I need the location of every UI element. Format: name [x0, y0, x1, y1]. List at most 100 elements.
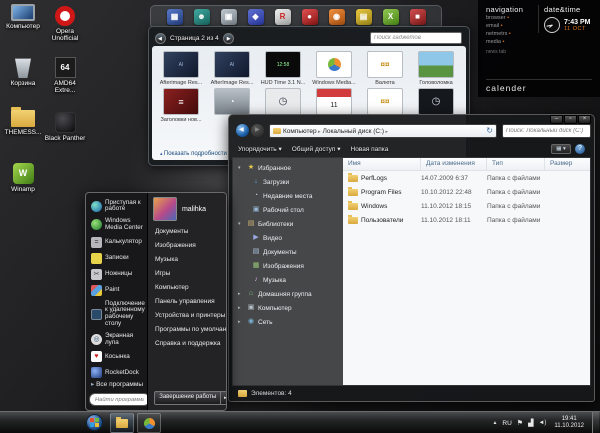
gadget-search-input[interactable] [370, 32, 462, 44]
column-date[interactable]: Дата изменения [421, 158, 487, 170]
nav-favorites[interactable]: ★ Избранное [233, 161, 343, 175]
desktop-icon-winamp[interactable]: Winamp [2, 163, 44, 193]
nav-homegroup[interactable]: ⌂ Домашняя группа [233, 287, 343, 301]
dock-pictures-icon[interactable]: ▣ [221, 9, 237, 25]
close-button[interactable] [578, 115, 591, 124]
help-button[interactable] [575, 144, 585, 154]
menu-item-calculator[interactable]: Калькулятор [89, 234, 147, 250]
netmetrs-link[interactable]: netmetrs [486, 30, 536, 38]
gadget-hud-time[interactable]: HUD Time 3.1 N... [260, 51, 306, 86]
menu-item-games[interactable]: Игры [153, 267, 227, 281]
nav-recent-places[interactable]: ◔ Недавние места [233, 189, 343, 203]
news-tab-link[interactable]: news tab [486, 49, 536, 55]
gadget-windows-media[interactable]: Windows Media... [311, 51, 357, 86]
dock-app-x-icon[interactable]: X [383, 9, 399, 25]
dock-app-red-icon[interactable]: ■ [410, 9, 426, 25]
dock-app-r-icon[interactable]: R [275, 9, 291, 25]
forward-button[interactable] [251, 124, 264, 137]
menu-item-magnifier[interactable]: Экранная лупа [89, 330, 147, 349]
column-name[interactable]: Имя [343, 158, 421, 170]
menu-item-media-center[interactable]: Windows Media Center [89, 216, 147, 235]
maximize-button[interactable] [564, 115, 577, 124]
expander-icon[interactable] [238, 221, 244, 227]
menu-item-rocketdock[interactable]: RocketDock [89, 365, 147, 381]
menu-item-computer[interactable]: Компьютер [153, 281, 227, 295]
desktop-icon-amd64[interactable]: AMD64 Extre... [44, 57, 86, 94]
menu-item-snipping-tool[interactable]: Ножницы [89, 266, 147, 282]
menu-item-getting-started[interactable]: Приступая к работе [89, 197, 147, 216]
nav-documents[interactable]: ▤ Документы [233, 245, 343, 259]
back-button[interactable] [236, 124, 249, 137]
desktop-icon-themes[interactable]: THEMESS... [2, 110, 44, 136]
dock-contacts-icon[interactable]: ☻ [194, 9, 210, 25]
expander-icon[interactable] [238, 305, 244, 311]
email-link[interactable]: email [486, 22, 536, 30]
dock-app-blue-icon[interactable]: ◆ [248, 9, 264, 25]
clock[interactable]: 19:41 11.10.2012 [551, 416, 587, 430]
menu-item-documents[interactable]: Документы [153, 225, 227, 239]
nav-computer[interactable]: ▣ Компьютер [233, 301, 343, 315]
address-bar[interactable]: Компьютер Локальный диск (C:) [269, 124, 497, 138]
shutdown-button[interactable]: Завершение работы [154, 391, 221, 405]
action-center-icon[interactable] [517, 419, 523, 427]
dock-app-orange-icon[interactable]: ◉ [329, 9, 345, 25]
menu-item-remote-desktop[interactable]: Подключение к удаленному рабочему столу [89, 298, 147, 330]
column-size[interactable]: Размер [545, 158, 590, 170]
menu-item-pictures[interactable]: Изображения [153, 239, 227, 253]
page-next-button[interactable] [223, 33, 234, 44]
share-button[interactable]: Общий доступ ▾ [292, 145, 341, 153]
all-programs-button[interactable]: Все программы [91, 380, 143, 388]
nav-network[interactable]: ◉ Сеть [233, 315, 343, 329]
refresh-icon[interactable] [486, 127, 493, 135]
dock-media-red-icon[interactable]: ● [302, 9, 318, 25]
nav-desktop[interactable]: ▣ Рабочий стол [233, 203, 343, 217]
file-row-perflogs[interactable]: PerfLogs 14.07.2009 6:37 Папка с файлами [343, 171, 590, 185]
page-prev-button[interactable] [155, 33, 166, 44]
gadget-afterimage-2[interactable]: AfterImage Res... [209, 51, 255, 86]
gadget-currency[interactable]: Валюта [362, 51, 408, 86]
file-row-program-files[interactable]: Program Files 10.10.2012 22:48 Папка с ф… [343, 185, 590, 199]
taskbar-media-player-button[interactable] [137, 413, 161, 433]
column-type[interactable]: Тип [487, 158, 545, 170]
desktop-icon-black-panther[interactable]: Black Panther [44, 112, 86, 142]
minimize-button[interactable] [550, 115, 563, 124]
nav-pictures[interactable]: ▦ Изображения [233, 259, 343, 273]
organize-button[interactable]: Упорядочить ▾ [238, 145, 282, 153]
taskbar-explorer-button[interactable] [110, 413, 134, 433]
expander-icon[interactable] [238, 165, 244, 171]
dock-app-grid-icon[interactable]: ▦ [167, 9, 183, 25]
new-folder-button[interactable]: Новая папка [351, 146, 389, 153]
file-row-users[interactable]: Пользователи 11.10.2012 18:11 Папка с фа… [343, 213, 590, 227]
menu-item-sticky-notes[interactable]: Записки [89, 250, 147, 266]
menu-item-default-programs[interactable]: Программы по умолчанию [153, 323, 227, 337]
user-profile[interactable]: malihka [153, 197, 227, 221]
dock-app-yellow-icon[interactable]: ▤ [356, 9, 372, 25]
show-details-link[interactable]: Показать подробности [160, 151, 227, 157]
shutdown-options-arrow[interactable] [221, 391, 227, 405]
nav-libraries[interactable]: ▤ Библиотеки [233, 217, 343, 231]
change-view-button[interactable] [551, 144, 571, 154]
gadget-afterimage-1[interactable]: Afterimage Res... [158, 51, 204, 86]
breadcrumb-disk-c[interactable]: Локальный диск (C:) [323, 128, 388, 135]
menu-item-devices-printers[interactable]: Устройства и принтеры [153, 309, 227, 323]
volume-icon[interactable] [538, 420, 546, 426]
desktop-icon-computer[interactable]: Компьютер [2, 4, 44, 30]
explorer-search-input[interactable] [502, 124, 591, 138]
menu-item-music[interactable]: Музыка [153, 253, 227, 267]
browser-link[interactable]: browser [486, 14, 536, 22]
expander-icon[interactable] [238, 319, 244, 325]
calender-title[interactable]: calender [486, 79, 592, 93]
show-hidden-icons-button[interactable] [492, 420, 497, 426]
menu-item-control-panel[interactable]: Панель управления [153, 295, 227, 309]
nav-music[interactable]: ♪ Музыка [233, 273, 343, 287]
start-button[interactable] [86, 414, 103, 431]
menu-item-help-support[interactable]: Справка и поддержка [153, 337, 227, 351]
network-icon[interactable] [528, 419, 533, 427]
breadcrumb-computer[interactable]: Компьютер [283, 128, 321, 135]
nav-videos[interactable]: ▶ Видео [233, 231, 343, 245]
menu-item-paint[interactable]: Paint [89, 282, 147, 298]
desktop-icon-opera[interactable]: Opera Unofficial [44, 6, 86, 42]
language-indicator[interactable]: RU [502, 420, 511, 427]
gadget-news-headlines[interactable]: Заголовки нов... [158, 88, 204, 123]
menu-item-solitaire[interactable]: Косынка [89, 349, 147, 365]
